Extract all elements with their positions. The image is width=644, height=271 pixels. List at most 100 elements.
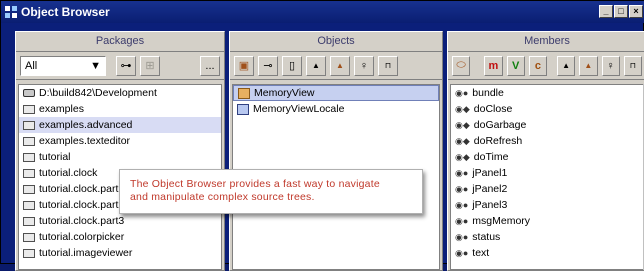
folder-icon <box>23 216 35 226</box>
list-item[interactable]: examples <box>19 101 221 117</box>
members-filter-button-6[interactable]: ▲ <box>579 55 598 76</box>
members-filter-button-5[interactable]: ▲ <box>557 55 576 76</box>
folder-icon <box>23 232 35 242</box>
package-filter-select[interactable]: All ▼ <box>20 55 106 76</box>
methods-filter-label: m <box>488 59 499 72</box>
package-disabled-button[interactable]: ⊞ <box>140 55 160 76</box>
list-item[interactable]: MemoryView <box>233 85 439 101</box>
capsule-icon: ⬭ <box>456 59 466 71</box>
folder-icon <box>23 104 35 114</box>
callout-line-2: and manipulate complex source trees. <box>130 191 315 203</box>
objects-filter-button-4[interactable]: ▲ <box>306 55 326 76</box>
drive-icon <box>23 89 35 97</box>
list-item[interactable]: ◉● text <box>451 245 643 261</box>
callout-line-1: The Object Browser provides a fast way t… <box>130 178 380 190</box>
field-icon: ◉● <box>455 87 469 98</box>
tree-icon: ⊶ <box>120 60 132 72</box>
members-filter-button-8[interactable]: ⊓ <box>623 55 642 76</box>
objects-filter-button-6[interactable]: ♀ <box>354 55 374 76</box>
folder-icon <box>23 248 35 258</box>
field-icon: ◉● <box>455 183 469 194</box>
list-item[interactable]: ◉◆ doRefresh <box>451 133 643 149</box>
method-icon: ◉◆ <box>455 151 470 162</box>
minimize-button[interactable]: _ <box>599 5 613 18</box>
padlock-icon: ⊓ <box>384 61 392 70</box>
variables-filter-label: V <box>511 59 520 72</box>
list-item[interactable]: ◉● jPanel1 <box>451 165 643 181</box>
field-icon: ◉● <box>455 215 469 226</box>
members-filter-button-7[interactable]: ♀ <box>601 55 620 76</box>
field-icon: ◉● <box>455 167 469 178</box>
objects-filter-button-2[interactable]: ⊸ <box>258 55 278 76</box>
callout-tooltip: The Object Browser provides a fast way t… <box>119 169 423 214</box>
folder-icon <box>23 168 35 178</box>
list-item[interactable]: tutorial <box>19 149 221 165</box>
list-item[interactable]: ◉◆ doTime <box>451 149 643 165</box>
packages-header: Packages <box>16 32 224 52</box>
objects-header: Objects <box>230 32 442 52</box>
list-item[interactable]: tutorial.imageviewer <box>19 245 221 261</box>
list-item[interactable]: ◉● status <box>451 229 643 245</box>
list-item[interactable]: tutorial.colorpicker <box>19 229 221 245</box>
list-item[interactable]: D:\build842\Development <box>19 85 221 101</box>
lock-icon: ▲ <box>312 61 320 70</box>
packages-panel: Packages All ▼ ⊶ ⊞ ... D:\build842\Devel… <box>15 31 225 271</box>
list-item[interactable]: ◉◆ doClose <box>451 101 643 117</box>
field-icon: ◉● <box>455 199 469 210</box>
list-item[interactable]: ◉● msgMemory <box>451 213 643 229</box>
folder-icon <box>23 184 35 194</box>
constructors-filter-button[interactable]: c <box>528 55 547 76</box>
members-panel: Members ⬭ m V c ▲ ▲ ♀ ⊓ ◉● bundle ◉◆ doClo… <box>447 31 644 271</box>
methods-filter-button[interactable]: m <box>484 55 503 76</box>
window-title: Object Browser <box>21 5 110 19</box>
document-icon: ▯ <box>288 60 296 72</box>
variables-filter-button[interactable]: V <box>506 55 525 76</box>
list-item[interactable]: tutorial.clock.part3 <box>19 213 221 229</box>
title-bar[interactable]: Object Browser _ □ × <box>1 1 644 23</box>
bulb-icon: ♀ <box>359 59 369 72</box>
members-filter-button-1[interactable]: ⬭ <box>452 55 471 76</box>
objects-filter-button-3[interactable]: ▯ <box>282 55 302 76</box>
list-item[interactable]: ◉◆ doGarbage <box>451 117 643 133</box>
tree-disabled-icon: ⊞ <box>145 60 155 72</box>
browse-button[interactable]: ... <box>200 55 220 76</box>
class-icon <box>237 103 249 115</box>
list-item[interactable]: ◉● jPanel2 <box>451 181 643 197</box>
list-item[interactable]: examples.advanced <box>19 117 221 133</box>
list-item[interactable]: examples.texteditor <box>19 133 221 149</box>
field-icon: ◉● <box>455 247 469 258</box>
objects-panel: Objects ▣ ⊸ ▯ ▲ ▲ ♀ ⊓ MemoryView MemoryV… <box>229 31 443 271</box>
maximize-button[interactable]: □ <box>614 5 628 18</box>
package-icon: ▣ <box>238 60 250 72</box>
folder-icon <box>23 200 35 210</box>
class-icon <box>238 87 250 99</box>
method-icon: ◉◆ <box>455 135 470 146</box>
list-item[interactable]: MemoryViewLocale <box>233 101 439 117</box>
package-tree-button[interactable]: ⊶ <box>116 55 136 76</box>
lock-icon: ▲ <box>562 61 571 70</box>
object-browser-window: Object Browser _ □ × Packages All ▼ ⊶ ⊞ … <box>0 0 644 271</box>
folder-icon <box>23 152 35 162</box>
objects-filter-button-7[interactable]: ⊓ <box>378 55 398 76</box>
folder-icon <box>23 120 35 130</box>
package-filter-value: All <box>25 59 38 72</box>
method-icon: ◉◆ <box>455 103 470 114</box>
close-button[interactable]: × <box>629 5 643 18</box>
browse-button-label: ... <box>205 59 215 72</box>
object-browser-icon <box>5 6 17 18</box>
objects-filter-button-1[interactable]: ▣ <box>234 55 254 76</box>
lock-open-icon: ▲ <box>336 61 344 70</box>
members-list: ◉● bundle ◉◆ doClose ◉◆ doGarbage ◉◆ doRefre… <box>450 84 644 270</box>
list-item[interactable]: ◉● bundle <box>451 85 643 101</box>
list-item[interactable]: ◉● jPanel3 <box>451 197 643 213</box>
members-header: Members <box>448 32 644 52</box>
padlock-icon: ⊓ <box>629 61 636 70</box>
method-icon: ◉◆ <box>455 119 470 130</box>
constructors-filter-label: c <box>534 59 541 72</box>
lock-open-icon: ▲ <box>584 61 593 70</box>
chevron-down-icon: ▼ <box>90 59 101 72</box>
folder-icon <box>23 136 35 146</box>
field-icon: ◉● <box>455 231 469 242</box>
bulb-icon: ♀ <box>606 59 615 72</box>
objects-filter-button-5[interactable]: ▲ <box>330 55 350 76</box>
